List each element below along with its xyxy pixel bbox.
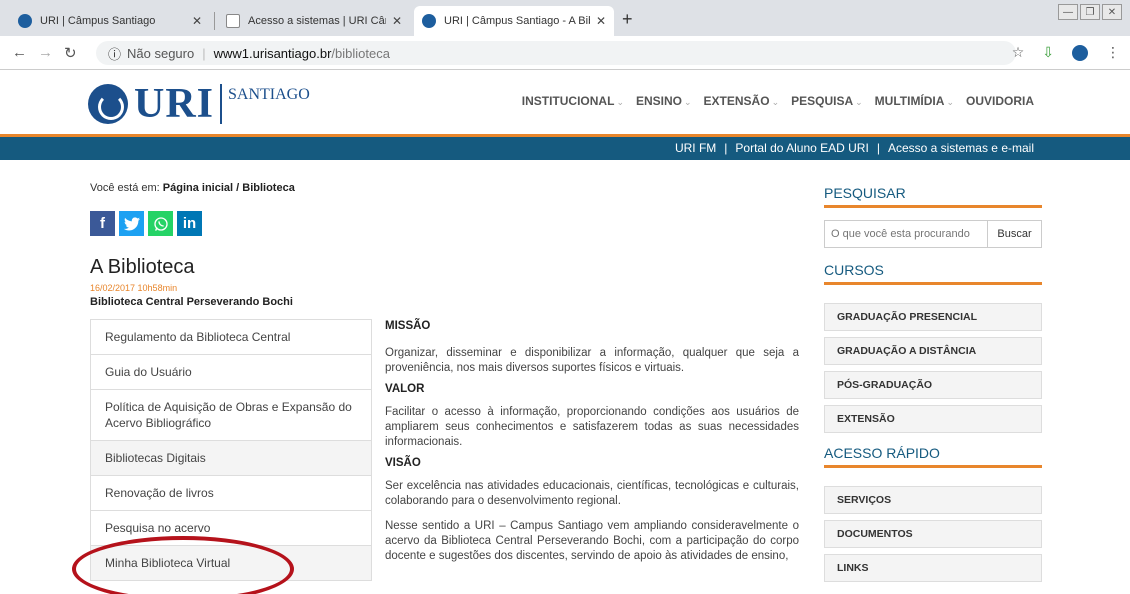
tab-label: URI | Câmpus Santiago - A Bibliotec	[444, 15, 590, 27]
nav-item-ouvidoria[interactable]: OUVIDORIA	[966, 94, 1034, 108]
site-header: URI SANTIAGO INSTITUCIONAL ⌄ ENSINO ⌄ EXTE…	[0, 70, 1130, 134]
tab-divider	[214, 12, 215, 30]
logo-divider	[220, 84, 223, 124]
link-uri-fm[interactable]: URI FM	[675, 141, 716, 155]
forward-arrow-icon[interactable]: →	[38, 44, 53, 61]
security-label: Não seguro	[127, 45, 195, 61]
breadcrumb-path[interactable]: Página inicial / Biblioteca	[163, 182, 295, 194]
maximize-icon[interactable]: ❐	[1080, 4, 1100, 20]
search-input[interactable]	[824, 220, 988, 248]
section-text-visao: Ser excelência nas atividades educaciona…	[385, 480, 799, 507]
browser-tab[interactable]: URI | Câmpus Santiago ✕	[10, 6, 210, 36]
facebook-icon[interactable]: f	[90, 211, 115, 236]
close-tab-icon[interactable]: ✕	[596, 14, 606, 28]
page-favicon-icon	[226, 14, 240, 28]
window-controls: — ❐ ✕	[1058, 4, 1122, 20]
menu-item-minha-biblioteca[interactable]: Minha Biblioteca Virtual	[91, 546, 371, 581]
close-window-icon[interactable]: ✕	[1102, 4, 1122, 20]
curso-graduacao-distancia[interactable]: GRADUAÇÃO A DISTÂNCIA	[824, 337, 1042, 365]
section-text-valor: Facilitar o acesso à informação, proporc…	[385, 406, 799, 448]
browser-tab[interactable]: Acesso a sistemas | URI Câmpus Sa ✕	[218, 6, 410, 36]
nav-item-multimidia[interactable]: MULTIMÍDIA ⌄	[875, 94, 954, 108]
link-separator: |	[876, 141, 880, 155]
uri-emblem-icon	[88, 84, 128, 124]
link-acesso-sistemas[interactable]: Acesso a sistemas e e-mail	[888, 141, 1034, 155]
right-sidebar: PESQUISAR Buscar CURSOS GRADUAÇÃO PRESEN…	[824, 185, 1042, 588]
reload-icon[interactable]: ↻	[64, 44, 77, 62]
breadcrumb-prefix: Você está em:	[90, 182, 160, 194]
close-tab-icon[interactable]: ✕	[192, 14, 202, 28]
sidebar-heading-pesquisar: PESQUISAR	[824, 185, 1042, 208]
nav-item-extensao[interactable]: EXTENSÃO ⌄	[704, 94, 780, 108]
section-title-valor: VALOR	[385, 383, 425, 395]
page-date: 16/02/2017 10h58min	[90, 283, 178, 293]
breadcrumb: Você está em: Página inicial / Bibliotec…	[90, 182, 295, 194]
uri-favicon-icon	[422, 14, 436, 28]
top-links-bar: URI FM | Portal do Aluno EAD URI | Acess…	[0, 134, 1130, 160]
menu-item-renovacao[interactable]: Renovação de livros	[91, 476, 371, 511]
chevron-down-icon: ⌄	[771, 97, 780, 107]
section-title-visao: VISÃO	[385, 457, 421, 469]
profile-avatar[interactable]	[1072, 44, 1088, 61]
menu-kebab-icon[interactable]: ⋮	[1106, 44, 1120, 61]
acesso-documentos[interactable]: DOCUMENTOS	[824, 520, 1042, 548]
menu-item-bibliotecas-digitais[interactable]: Bibliotecas Digitais	[91, 441, 371, 476]
page-title: A Biblioteca	[90, 256, 195, 278]
browser-tab-active[interactable]: URI | Câmpus Santiago - A Bibliotec ✕	[414, 6, 614, 36]
menu-item-guia-usuario[interactable]: Guia do Usuário	[91, 355, 371, 390]
nav-item-institucional[interactable]: INSTITUCIONAL ⌄	[522, 94, 624, 108]
whatsapp-icon[interactable]	[148, 211, 173, 236]
curso-extensao[interactable]: EXTENSÃO	[824, 405, 1042, 433]
uri-favicon-icon	[18, 14, 32, 28]
main-nav: INSTITUCIONAL ⌄ ENSINO ⌄ EXTENSÃO ⌄ PESQUIS…	[522, 94, 1034, 108]
section-text-extra: Nesse sentido a URI – Campus Santiago ve…	[385, 520, 799, 562]
menu-item-politica-aquisicao[interactable]: Política de Aquisição de Obras e Expansã…	[91, 390, 371, 441]
new-tab-button[interactable]: +	[622, 9, 633, 30]
chevron-down-icon: ⌄	[946, 97, 954, 107]
menu-item-regulamento[interactable]: Regulamento da Biblioteca Central	[91, 320, 371, 355]
url-input[interactable]: ⓘ Não seguro | www1.urisantiago.br /bibl…	[96, 41, 1016, 65]
page-subtitle: Biblioteca Central Perseverando Bochi	[90, 296, 293, 308]
extension-icon[interactable]: ⇩	[1042, 44, 1054, 61]
back-arrow-icon[interactable]: ←	[12, 44, 27, 61]
linkedin-icon[interactable]: in	[177, 211, 202, 236]
logo-subtext: SANTIAGO	[228, 86, 310, 103]
nav-item-ensino[interactable]: ENSINO ⌄	[636, 94, 692, 108]
minimize-icon[interactable]: —	[1058, 4, 1078, 20]
close-tab-icon[interactable]: ✕	[392, 14, 402, 28]
url-path: /biblioteca	[331, 45, 390, 61]
tab-label: URI | Câmpus Santiago	[40, 15, 156, 27]
url-separator: |	[202, 45, 206, 61]
main-content: MISSÃO Organizar, disseminar e disponibi…	[385, 319, 799, 570]
info-icon[interactable]: ⓘ	[108, 44, 121, 63]
curso-pos-graduacao[interactable]: PÓS-GRADUAÇÃO	[824, 371, 1042, 399]
curso-graduacao-presencial[interactable]: GRADUAÇÃO PRESENCIAL	[824, 303, 1042, 331]
chevron-down-icon: ⌄	[616, 97, 624, 107]
acesso-links[interactable]: LINKS	[824, 554, 1042, 582]
section-text-missao: Organizar, disseminar e disponibilizar a…	[385, 347, 799, 374]
url-host: www1.urisantiago.br	[213, 45, 332, 61]
library-menu: Regulamento da Biblioteca Central Guia d…	[90, 319, 372, 581]
search-form: Buscar	[824, 220, 1042, 248]
acesso-servicos[interactable]: SERVIÇOS	[824, 486, 1042, 514]
site-logo[interactable]: URI SANTIAGO	[88, 80, 310, 128]
logo-text: URI	[134, 81, 215, 127]
chevron-down-icon: ⌄	[855, 97, 863, 107]
bookmark-star-icon[interactable]: ☆	[1012, 44, 1025, 61]
browser-tab-bar: URI | Câmpus Santiago ✕ Acesso a sistema…	[0, 0, 1130, 36]
sidebar-heading-cursos: CURSOS	[824, 262, 1042, 285]
sidebar-heading-acesso: ACESSO RÁPIDO	[824, 445, 1042, 468]
section-title-missao: MISSÃO	[385, 320, 431, 332]
address-bar: ← → ↻ ⓘ Não seguro | www1.urisantiago.br…	[0, 36, 1130, 70]
nav-item-pesquisa[interactable]: PESQUISA ⌄	[791, 94, 863, 108]
search-button[interactable]: Buscar	[988, 220, 1042, 248]
menu-item-pesquisa-acervo[interactable]: Pesquisa no acervo	[91, 511, 371, 546]
twitter-icon[interactable]	[119, 211, 144, 236]
chevron-down-icon: ⌄	[684, 97, 692, 107]
link-separator: |	[724, 141, 728, 155]
link-portal-aluno[interactable]: Portal do Aluno EAD URI	[735, 141, 868, 155]
tab-label: Acesso a sistemas | URI Câmpus Sa	[248, 15, 386, 27]
social-share: f in	[90, 211, 202, 236]
